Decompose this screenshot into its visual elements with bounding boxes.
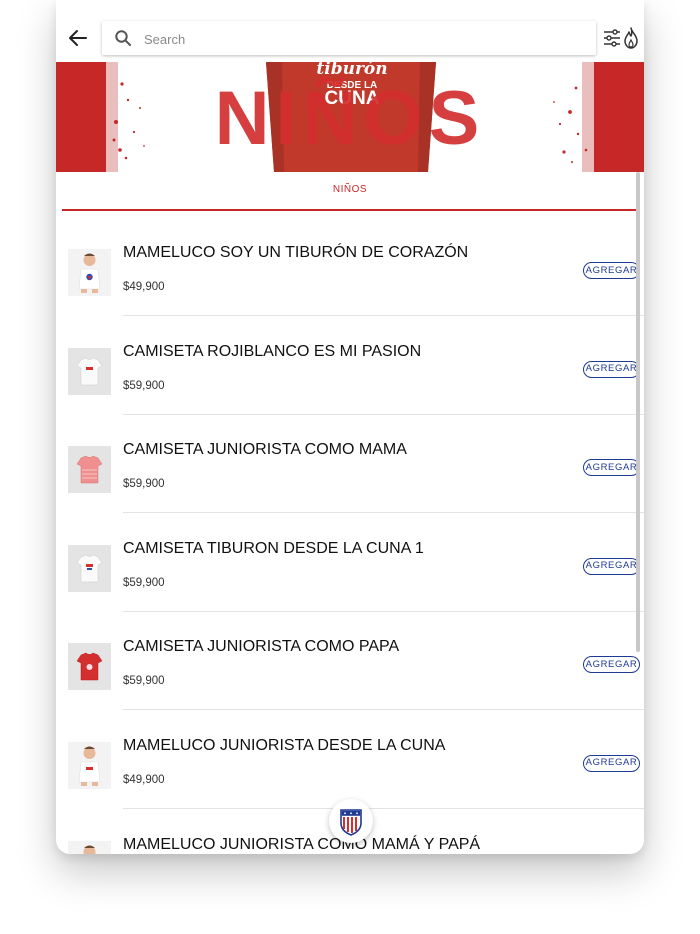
add-to-cart-button[interactable]: AGREGAR <box>583 459 640 477</box>
add-to-cart-button[interactable]: AGREGAR <box>583 754 640 772</box>
product-price: $59,900 <box>123 675 165 688</box>
product-name: CAMISETA JUNIORISTA COMO MAMA <box>123 441 407 459</box>
add-to-cart-button[interactable]: AGREGAR <box>583 557 640 575</box>
white-shirt-icon <box>68 544 111 592</box>
product-thumbnail[interactable] <box>68 741 111 789</box>
baby-onesie-icon <box>68 741 111 789</box>
product-thumbnail[interactable] <box>68 347 111 395</box>
product-price: $59,900 <box>123 478 165 491</box>
product-item[interactable]: MAMELUCO SOY UN TIBURÓN DE CORAZÓN $49,9… <box>56 212 644 316</box>
product-thumbnail[interactable] <box>68 544 111 592</box>
product-thumbnail[interactable] <box>68 249 111 296</box>
pink-shirt-icon <box>68 446 111 494</box>
baby-onesie-icon <box>68 840 111 854</box>
category-banner: tiburón DESDE LA CUNA NIÑOS <box>56 62 644 172</box>
red-shirt-icon <box>68 643 111 691</box>
product-thumbnail[interactable] <box>68 840 111 854</box>
filter-button[interactable] <box>602 28 622 48</box>
tab-ninos[interactable]: NIÑOS <box>56 184 644 195</box>
product-price: $59,900 <box>123 379 165 392</box>
club-crest-icon <box>340 809 362 836</box>
search-input[interactable] <box>142 21 586 57</box>
product-list: MAMELUCO SOY UN TIBURÓN DE CORAZÓN $49,9… <box>56 212 644 854</box>
product-name: CAMISETA JUNIORISTA COMO PAPA <box>123 638 400 656</box>
banner-image: tiburón DESDE LA CUNA NIÑOS <box>56 62 644 172</box>
flame-icon <box>624 27 638 49</box>
product-thumbnail[interactable] <box>68 446 111 494</box>
filter-sliders-icon <box>604 29 620 47</box>
hot-button[interactable] <box>622 26 640 50</box>
banner-title: NIÑOS <box>215 76 486 161</box>
add-to-cart-button[interactable]: AGREGAR <box>583 262 640 279</box>
product-name: CAMISETA ROJIBLANCO ES MI PASION <box>123 342 422 360</box>
product-item[interactable]: CAMISETA JUNIORISTA COMO PAPA $59,900 AG… <box>56 606 644 711</box>
search-box[interactable] <box>102 21 596 57</box>
scrollbar[interactable] <box>636 172 640 652</box>
search-icon <box>115 30 131 46</box>
baby-onesie-icon <box>68 249 111 296</box>
product-item[interactable]: MAMELUCO JUNIORISTA DESDE LA CUNA $49,90… <box>56 705 644 809</box>
product-item[interactable]: CAMISETA JUNIORISTA COMO MAMA $59,900 AG… <box>56 409 644 514</box>
white-shirt-icon <box>68 347 111 395</box>
category-tabs: NIÑOS <box>56 172 644 212</box>
back-button[interactable] <box>66 26 90 50</box>
product-name: MAMELUCO SOY UN TIBURÓN DE CORAZÓN <box>123 244 469 261</box>
product-item[interactable]: CAMISETA ROJIBLANCO ES MI PASION $59,900… <box>56 311 644 415</box>
product-item[interactable]: CAMISETA TIBURON DESDE LA CUNA 1 $59,900… <box>56 508 644 612</box>
product-price: $59,900 <box>123 576 165 589</box>
top-bar <box>56 0 644 62</box>
product-price: $49,900 <box>123 281 165 293</box>
product-name: CAMISETA TIBURON DESDE LA CUNA 1 <box>123 539 424 557</box>
app-window: tiburón DESDE LA CUNA NIÑOS NIÑOS MAMELU… <box>56 0 644 854</box>
product-name: MAMELUCO JUNIORISTA DESDE LA CUNA <box>123 736 446 754</box>
add-to-cart-button[interactable]: AGREGAR <box>583 656 640 674</box>
back-arrow-icon <box>69 30 87 46</box>
tab-active-indicator <box>62 209 638 211</box>
club-crest-button[interactable] <box>329 799 373 843</box>
product-price: $49,900 <box>123 773 165 786</box>
product-thumbnail[interactable] <box>68 643 111 691</box>
product-name: MAMELUCO JUNIORISTA COMO MAMÁ Y PAPÁ <box>123 835 481 853</box>
add-to-cart-button[interactable]: AGREGAR <box>583 360 640 378</box>
